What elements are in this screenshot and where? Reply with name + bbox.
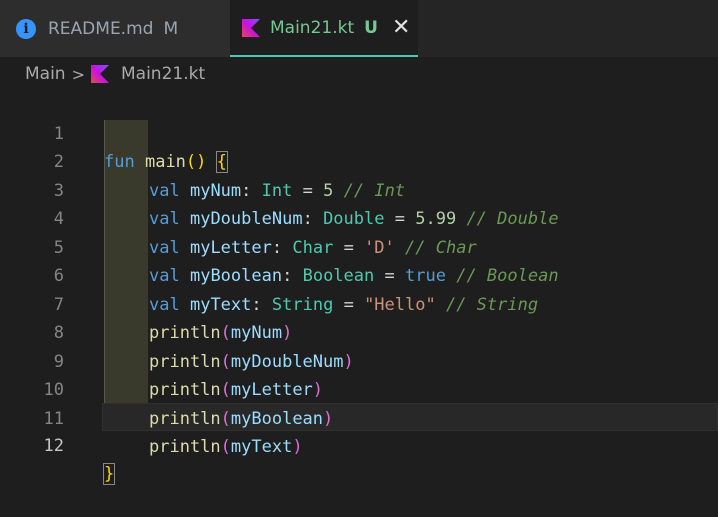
- breadcrumb-file[interactable]: Main21.kt: [121, 64, 205, 84]
- code-line: 1 fun main() {: [0, 91, 718, 173]
- code-line: 12 }: [0, 403, 718, 485]
- kotlin-icon: [242, 18, 260, 37]
- breadcrumb-folder[interactable]: Main: [25, 64, 66, 84]
- paren-close: ): [292, 437, 303, 457]
- code-line: 6 val myText: String = "Hello" // String: [0, 234, 718, 315]
- code-line: 7 println(myNum): [0, 262, 718, 344]
- tab-label: Main21.kt: [270, 17, 355, 38]
- code-line: 9 println(myLetter): [0, 319, 718, 401]
- line-number: 12: [43, 435, 64, 456]
- code-line: 3 val myDoubleNum: Double = 5.99 // Doub…: [0, 148, 718, 230]
- tab-readme[interactable]: i README.md M: [0, 0, 230, 57]
- code-line: 5 val myBoolean: Boolean = true // Boole…: [0, 205, 718, 287]
- paren-open: (: [220, 437, 231, 457]
- code-line: 10 println(myBoolean): [0, 348, 718, 429]
- kotlin-icon: [91, 65, 109, 83]
- code-line: 2 val myNum: Int = 5 // Int: [0, 120, 718, 201]
- chevron-right-icon: >: [71, 64, 85, 84]
- tab-bar: i README.md M Main21.kt U ✕: [0, 0, 718, 57]
- code-line: 8 println(myDoubleNum): [0, 291, 718, 372]
- close-icon[interactable]: ✕: [392, 16, 410, 39]
- breadcrumb: Main > Main21.kt: [0, 57, 718, 91]
- tab-label: README.md: [48, 18, 154, 39]
- tab-main21[interactable]: Main21.kt U ✕: [230, 0, 418, 57]
- code-line: 4 val myLetter: Char = 'D' // Char: [0, 177, 718, 258]
- code-line: 11 println(myText): [0, 376, 718, 458]
- git-status-badge: M: [163, 18, 179, 39]
- argument: myText: [230, 437, 293, 457]
- info-icon: i: [16, 18, 36, 39]
- code-editor[interactable]: 1 fun main() { 2 val myNum: Int = 5 // I…: [0, 91, 718, 485]
- function-call: println: [149, 437, 221, 457]
- git-status-badge: U: [364, 17, 378, 38]
- close-brace: }: [102, 463, 116, 485]
